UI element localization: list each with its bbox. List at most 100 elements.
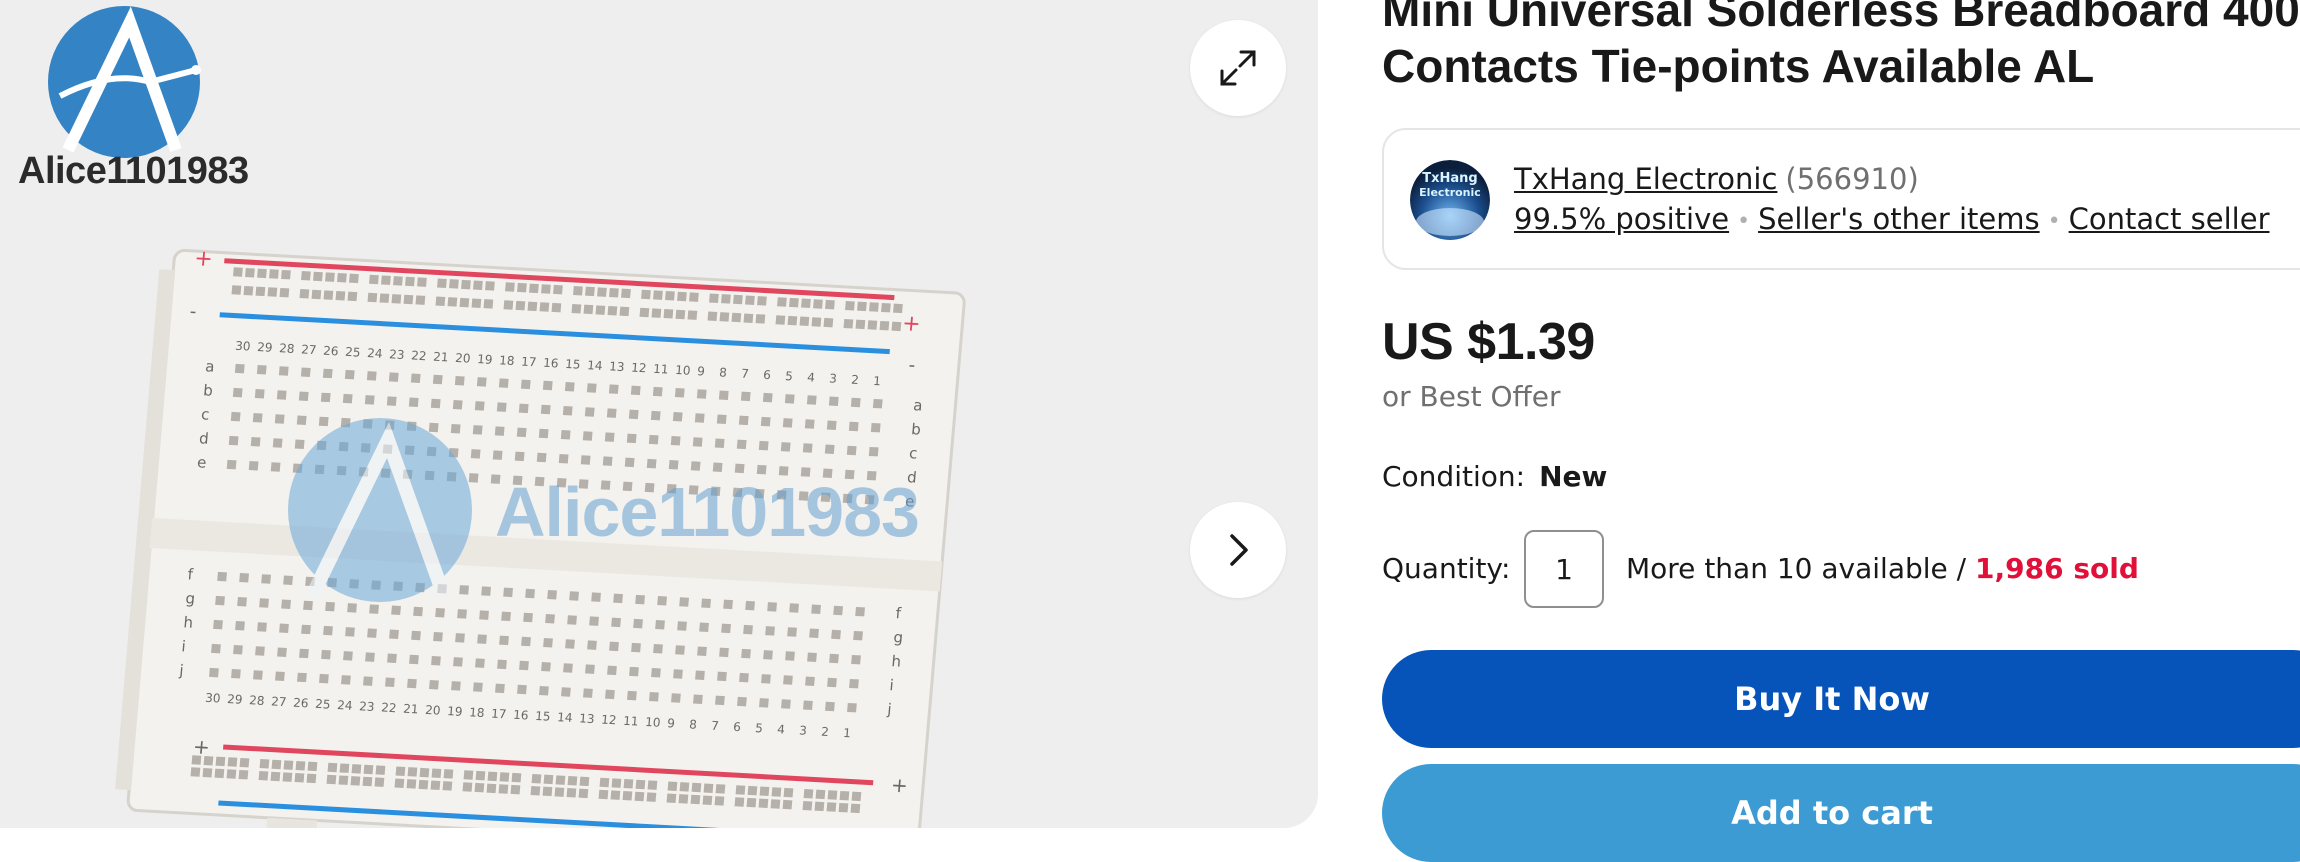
- breadboard-hole: [608, 384, 619, 394]
- next-image-button[interactable]: [1190, 502, 1286, 598]
- breadboard-hole: [347, 603, 357, 613]
- breadboard-hole: [803, 700, 813, 711]
- breadboard-hole: [239, 757, 250, 768]
- image-gallery[interactable]: + + 30 30 29 29 28 28 27 27 26 26 25 25 24 24 23 23 22 22…: [0, 0, 1318, 828]
- buy-it-now-button[interactable]: Buy It Now: [1382, 650, 2300, 748]
- breadboard-hole: [323, 290, 334, 300]
- seller-other-items-link[interactable]: Seller's other items: [1758, 202, 2040, 236]
- breadboard-hole: [567, 775, 578, 786]
- breadboard-hole: [690, 794, 701, 805]
- breadboard-hole: [499, 772, 510, 782]
- breadboard-hole: [857, 301, 867, 312]
- breadboard-label: 4: [777, 722, 786, 736]
- breadboard-label: 3: [829, 371, 838, 385]
- breadboard-hole: [646, 458, 657, 469]
- breadboard-hole: [718, 390, 729, 400]
- breadboard-hole: [319, 673, 329, 684]
- listing-panel: Mini Universal Solderless Breadboard 400…: [1382, 0, 2300, 862]
- breadboard-hole: [777, 297, 787, 307]
- breadboard-hole: [598, 789, 609, 800]
- breadboard-label: 9: [667, 716, 676, 730]
- breadboard-hole: [231, 285, 242, 295]
- breadboard-hole: [609, 287, 619, 298]
- seller-positive-link[interactable]: 99.5% positive: [1514, 202, 1729, 236]
- breadboard-hole: [515, 300, 526, 311]
- breadboard-hole: [217, 571, 227, 582]
- breadboard-hole: [215, 595, 225, 606]
- watermark-text: Alice1101983: [495, 473, 920, 551]
- breadboard-hole: [558, 454, 569, 464]
- breadboard-hole: [623, 779, 634, 789]
- breadboard-hole: [365, 652, 375, 662]
- breadboard-hole: [311, 289, 322, 300]
- breadboard-label: 16: [543, 356, 559, 371]
- breadboard-hole: [699, 622, 709, 632]
- breadboard-hole: [697, 646, 707, 656]
- breadboard-label: 7: [711, 719, 720, 733]
- breadboard-hole: [799, 316, 810, 327]
- breadboard-label: 14: [557, 710, 573, 725]
- breadboard-hole: [609, 641, 619, 652]
- breadboard-hole: [787, 315, 798, 326]
- breadboard-hole: [641, 289, 651, 300]
- breadboard-hole: [571, 304, 582, 314]
- breadboard-hole: [385, 677, 395, 688]
- breadboard-hole: [295, 761, 306, 771]
- add-to-cart-button[interactable]: Add to cart: [1382, 764, 2300, 862]
- quantity-input[interactable]: [1524, 530, 1604, 608]
- breadboard-hole: [781, 699, 791, 709]
- seller-logo: [48, 6, 201, 158]
- breadboard-hole: [322, 368, 333, 379]
- breadboard-hole: [692, 437, 703, 447]
- contact-seller-link[interactable]: Contact seller: [2069, 202, 2270, 236]
- seller-name-link[interactable]: TxHang Electronic: [1514, 162, 1777, 196]
- breadboard-hole: [271, 759, 282, 770]
- breadboard-hole: [485, 281, 495, 291]
- breadboard-hole: [190, 767, 201, 777]
- breadboard-hole: [234, 363, 245, 374]
- breadboard-hole: [639, 307, 650, 318]
- breadboard-hole: [703, 783, 714, 793]
- breadboard-label: 22: [381, 700, 397, 715]
- breadboard-label: c: [908, 444, 918, 462]
- breadboard-label: e: [196, 453, 207, 471]
- breadboard-label: 30: [205, 691, 221, 706]
- breadboard-hole: [627, 690, 637, 701]
- breadboard-hole: [323, 625, 333, 636]
- breadboard-label: 19: [447, 704, 463, 719]
- breadboard-hole: [503, 300, 514, 310]
- breadboard-hole: [763, 650, 773, 660]
- breadboard-hole: [520, 379, 531, 390]
- breadboard-hole: [783, 675, 793, 685]
- breadboard-hole: [805, 676, 815, 687]
- breadboard-hole: [679, 597, 689, 607]
- breadboard-hole: [542, 380, 553, 391]
- breadboard-hole: [633, 618, 643, 629]
- breadboard-hole: [677, 621, 687, 631]
- breadboard-hole: [455, 633, 465, 643]
- breadboard-hole: [503, 587, 513, 598]
- breadboard-hole: [345, 627, 355, 637]
- buy-it-now-label: Buy It Now: [1734, 680, 1930, 718]
- breadboard-hole: [630, 385, 641, 396]
- breadboard-label: g: [185, 589, 196, 607]
- breadboard-hole: [477, 634, 487, 644]
- breadboard-hole: [851, 791, 862, 802]
- breadboard-hole: [589, 616, 599, 626]
- seller-avatar[interactable]: TxHang Electronic: [1410, 160, 1490, 240]
- breadboard-hole: [635, 779, 646, 790]
- breadboard-hole: [850, 397, 861, 408]
- breadboard-hole: [649, 692, 659, 702]
- breadboard-hole: [569, 591, 579, 601]
- breadboard-hole: [437, 278, 447, 289]
- breadboard-hole: [758, 440, 769, 451]
- seller-name-row: TxHang Electronic (566910): [1514, 162, 1919, 196]
- breadboard-hole: [283, 575, 293, 585]
- breadboard-hole: [267, 287, 278, 297]
- expand-image-button[interactable]: [1190, 20, 1286, 116]
- breadboard-hole: [607, 665, 617, 676]
- breadboard-hole: [582, 431, 593, 441]
- breadboard-hole: [843, 318, 854, 329]
- breadboard-hole: [499, 635, 509, 646]
- breadboard-hole: [387, 653, 397, 664]
